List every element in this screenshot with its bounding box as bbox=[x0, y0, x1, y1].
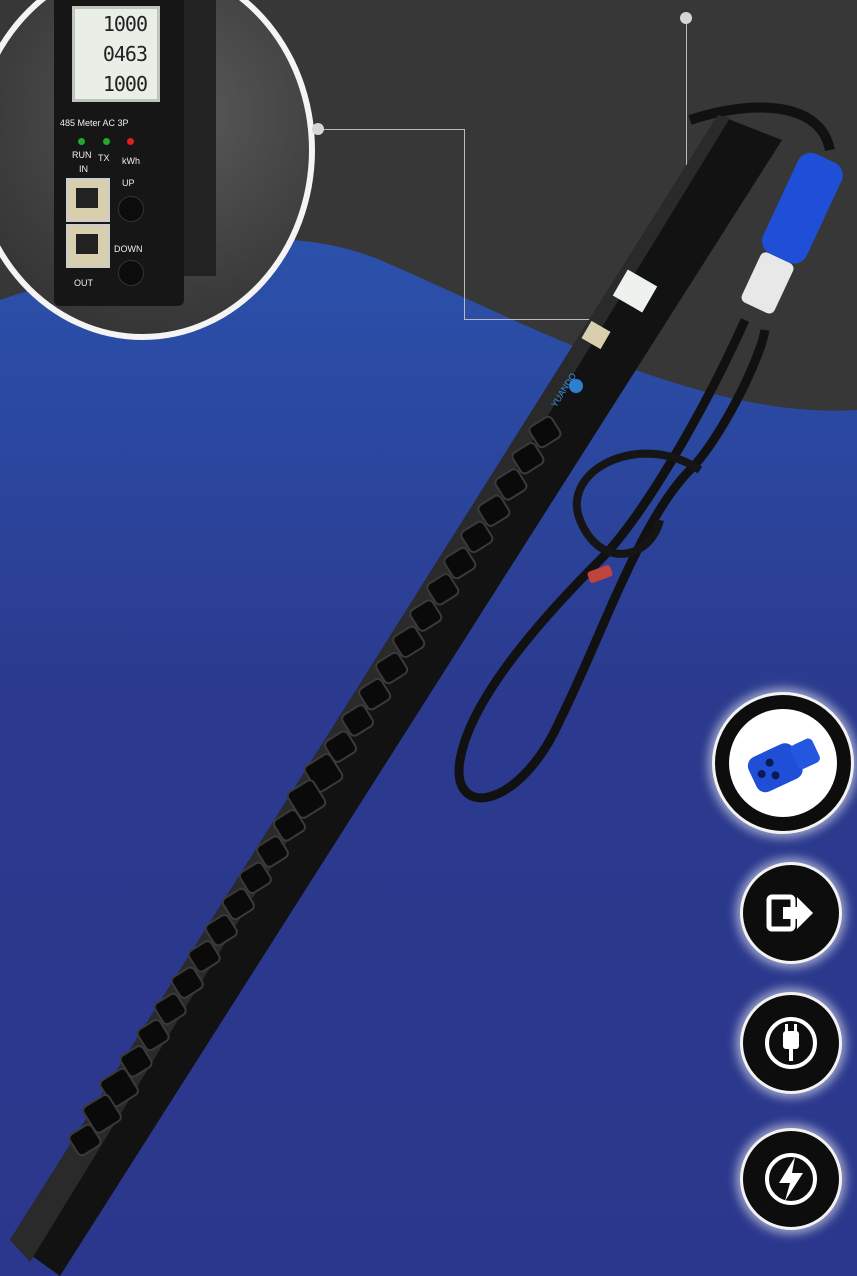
lightning-bolt-icon bbox=[765, 1153, 817, 1205]
blue-industrial-plug-icon bbox=[729, 709, 837, 817]
badge-power[interactable] bbox=[740, 992, 842, 1094]
badge-output[interactable] bbox=[740, 862, 842, 964]
pdu-illustration: YUANDO bbox=[10, 102, 843, 1276]
power-plug-icon bbox=[765, 1017, 817, 1069]
badge-plug[interactable] bbox=[712, 692, 854, 834]
badge-lightning[interactable] bbox=[740, 1128, 842, 1230]
output-arrow-icon bbox=[766, 894, 813, 932]
